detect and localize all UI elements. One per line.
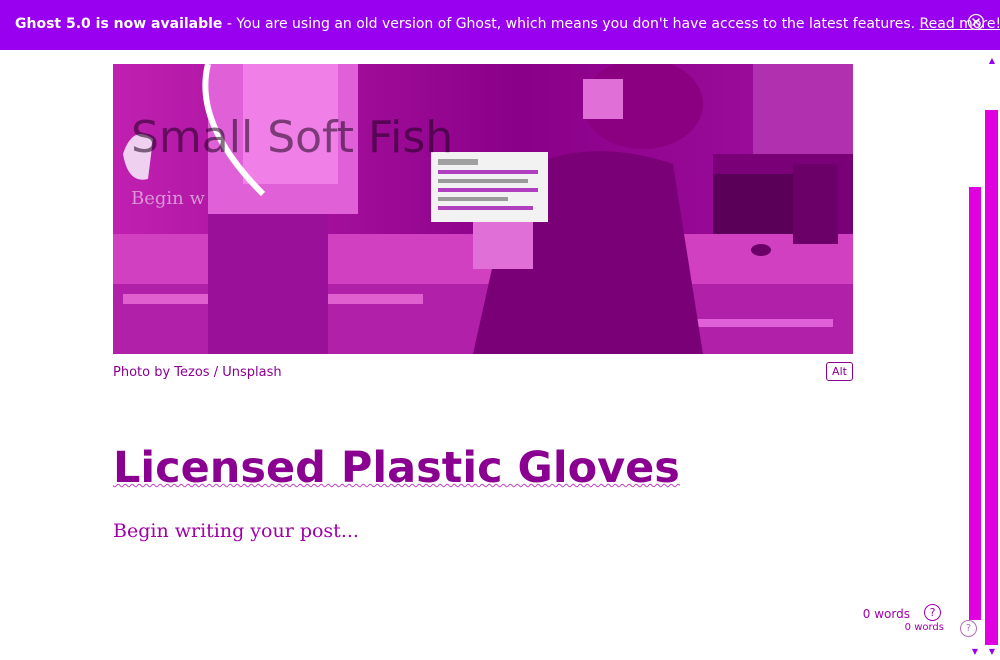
feature-photo [113, 64, 853, 354]
question-icon: ? [965, 623, 972, 634]
alt-text-button[interactable]: Alt [826, 362, 853, 381]
page-scrollbar-thumb[interactable] [985, 110, 998, 645]
upgrade-banner-text: Ghost 5.0 is now available - You are usi… [15, 16, 1000, 32]
word-count: 0 words [862, 607, 910, 621]
read-more-link[interactable]: Read more! [920, 16, 1000, 32]
scroll-up-icon[interactable]: ▲ [987, 55, 997, 65]
post-body-editor[interactable]: Begin writing your post... [113, 520, 359, 542]
scroll-down-icon[interactable]: ▼ [986, 646, 998, 656]
feature-image[interactable]: Small Soft Fish Begin w [113, 64, 853, 354]
scroll-down-icon[interactable]: ▼ [969, 646, 981, 656]
post-title-input[interactable]: Licensed Plastic Gloves [113, 443, 680, 493]
editor-scrollbar-thumb[interactable] [969, 187, 981, 620]
image-caption[interactable]: Photo by Tezos / Unsplash [113, 365, 282, 380]
question-icon: ? [929, 606, 936, 619]
upgrade-banner-message: - You are using an old version of Ghost,… [222, 16, 920, 32]
close-banner-button[interactable] [966, 13, 986, 35]
upgrade-banner: Ghost 5.0 is now available - You are usi… [0, 0, 1000, 50]
feature-overlay-subtitle: Begin w [131, 188, 205, 209]
close-icon [967, 13, 985, 35]
help-button[interactable]: ? [924, 604, 941, 621]
word-count-secondary: 0 words [904, 622, 944, 633]
help-button-secondary[interactable]: ? [960, 620, 977, 637]
upgrade-banner-title: Ghost 5.0 is now available [15, 16, 223, 32]
feature-overlay-title: Small Soft Fish [131, 112, 454, 163]
